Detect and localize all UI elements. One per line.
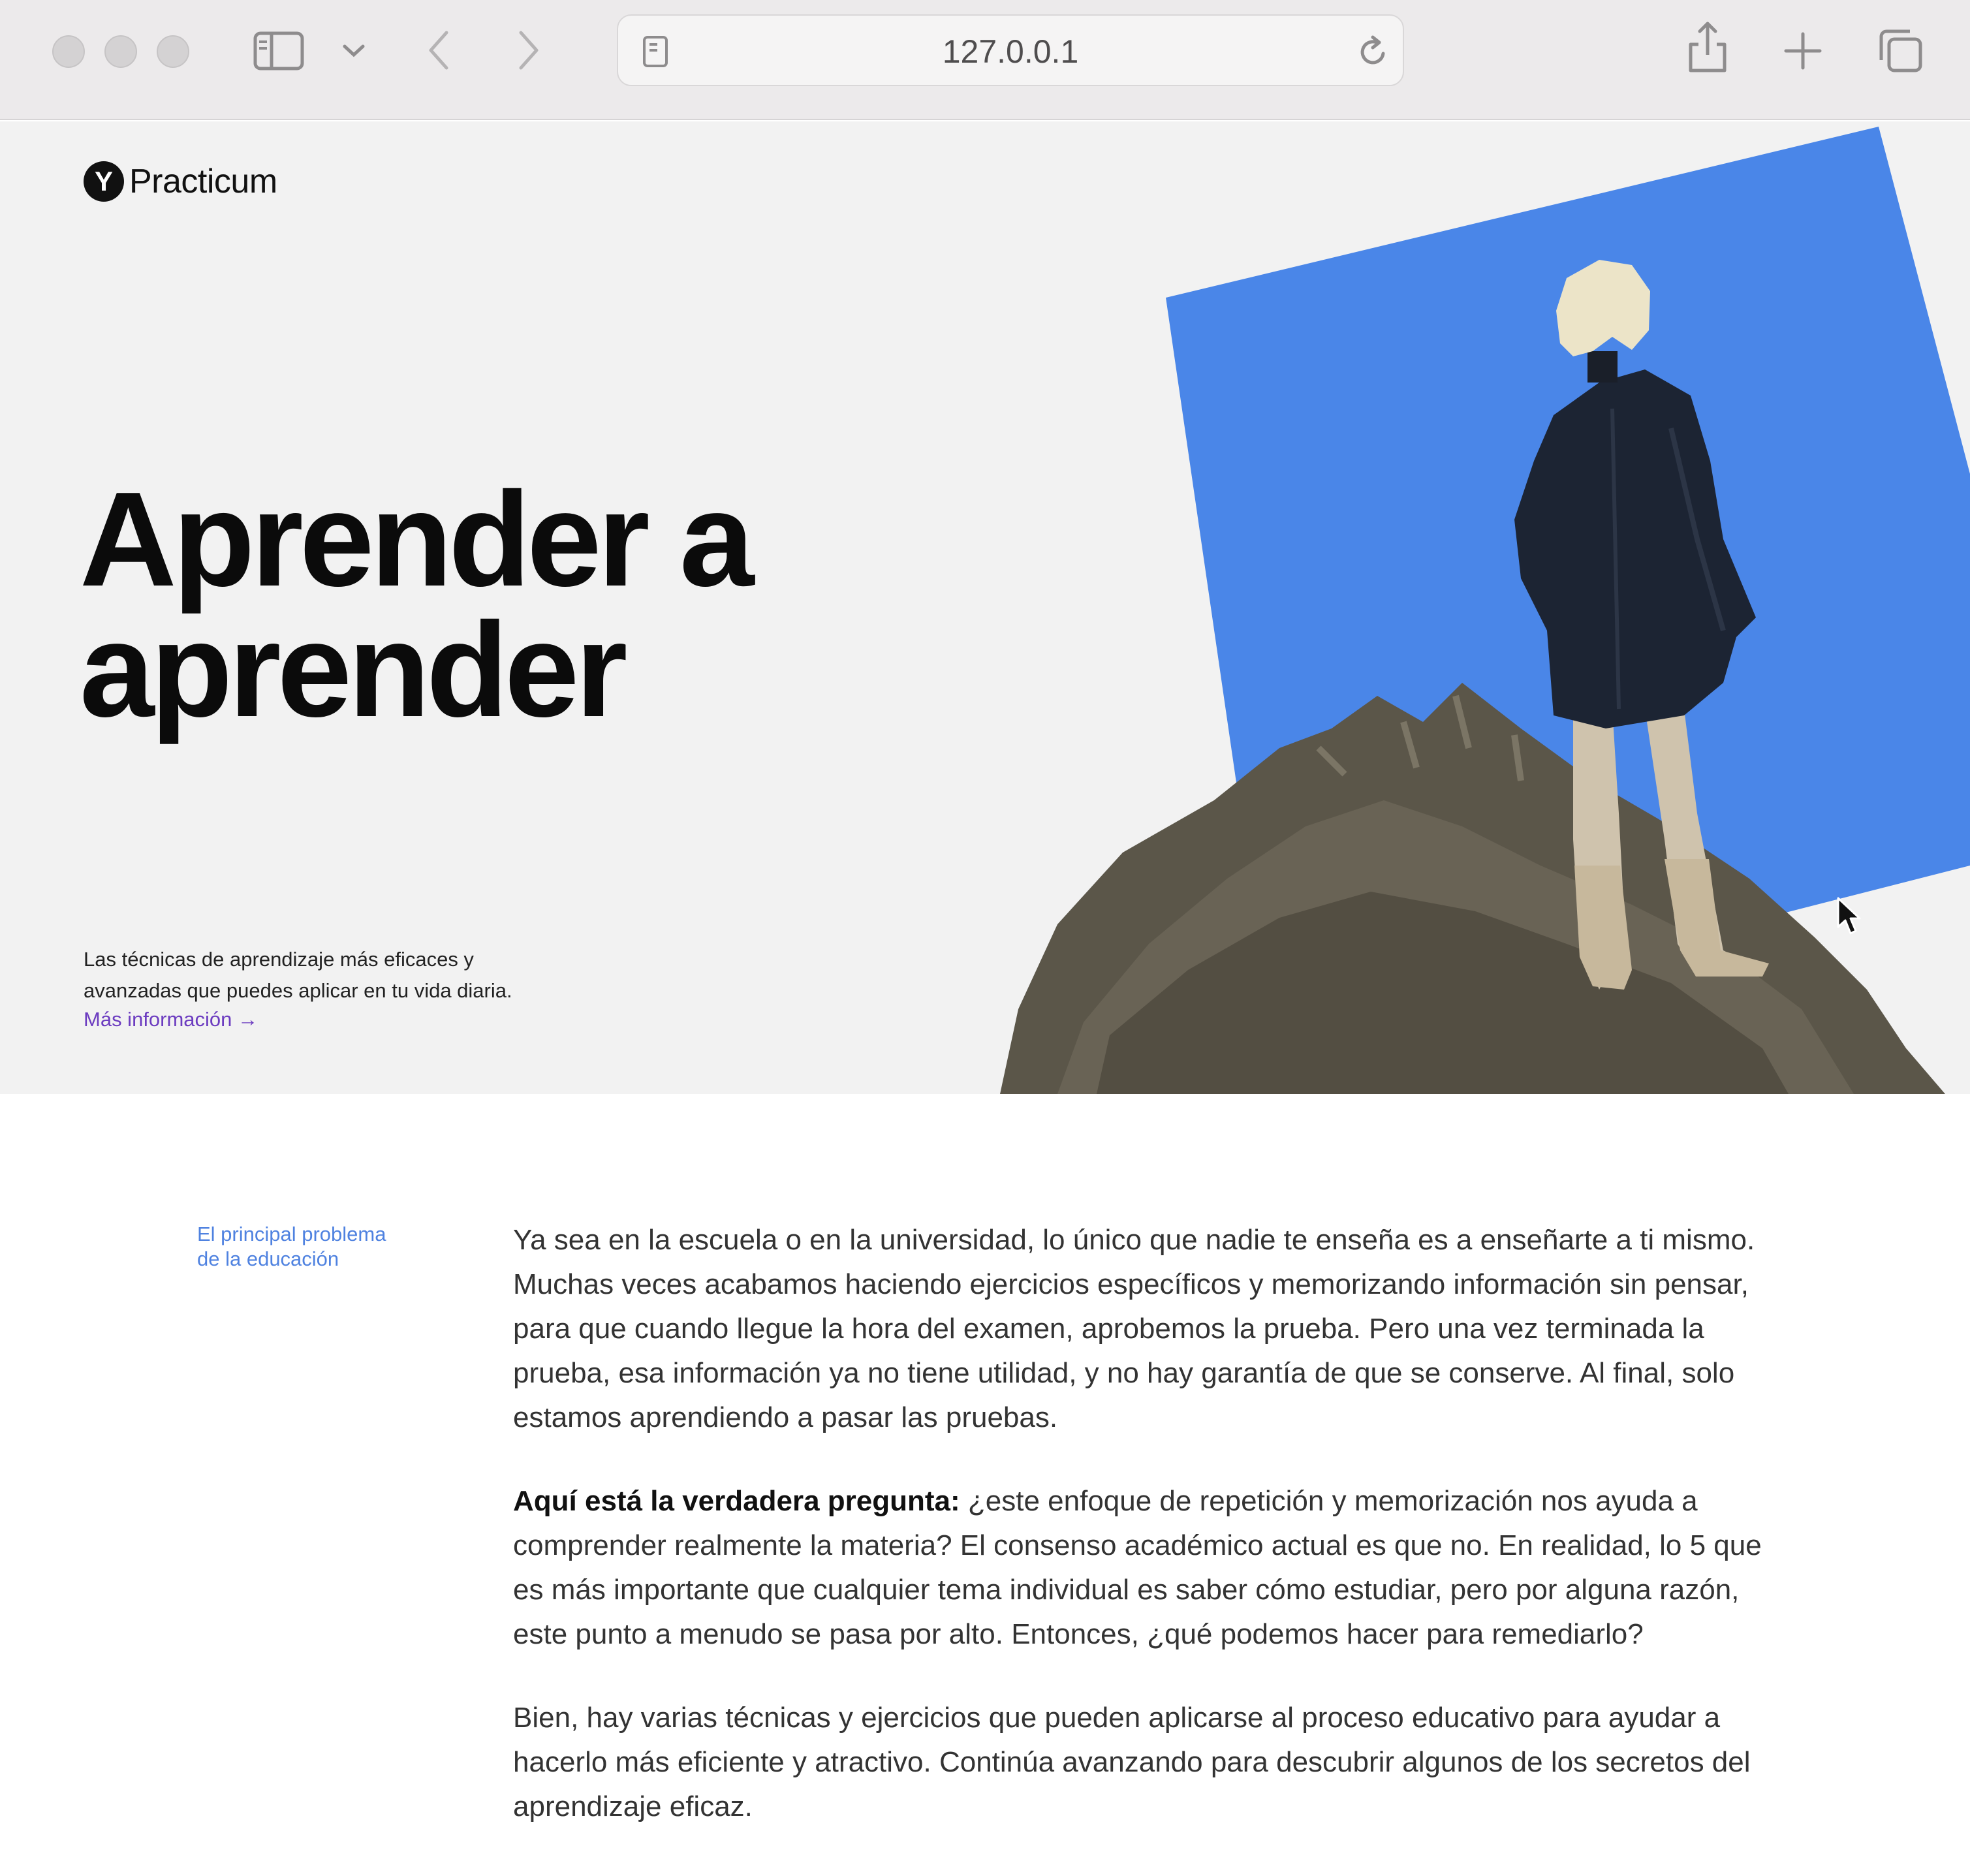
section-side-label[interactable]: El principal problema de la educación — [197, 1222, 432, 1272]
hero-description-line-2: avanzadas que puedes aplicar en tu vida … — [84, 979, 512, 1002]
address-bar[interactable]: 127.0.0.1 — [617, 14, 1404, 86]
new-tab-icon[interactable] — [1783, 31, 1822, 70]
title-line-1: Aprender a — [80, 464, 755, 614]
close-window-button[interactable] — [52, 35, 85, 68]
more-info-link[interactable]: Más información → — [84, 1004, 258, 1035]
article-body: Ya sea en la escuela o en la universidad… — [513, 1218, 1786, 1868]
paragraph-3: Bien, hay varias técnicas y ejercicios q… — [513, 1702, 1751, 1822]
hero-description-line-1: Las técnicas de aprendizaje más eficaces… — [84, 948, 474, 971]
hero-section: Y Practicum Aprender a aprender Las técn… — [0, 121, 1970, 1094]
article-section: El principal problema de la educación Ya… — [0, 1094, 1970, 1876]
url-text: 127.0.0.1 — [942, 33, 1079, 70]
chevron-down-icon[interactable] — [342, 43, 366, 59]
paragraph-1: Ya sea en la escuela o en la universidad… — [513, 1224, 1755, 1433]
logo-text: Practicum — [129, 163, 277, 200]
side-label-line-2: de la educación — [197, 1247, 339, 1270]
mouse-cursor-icon — [1836, 897, 1862, 941]
tabs-overview-icon[interactable] — [1877, 27, 1924, 74]
reload-icon[interactable] — [1357, 34, 1391, 70]
minimize-window-button[interactable] — [104, 35, 137, 68]
paragraph-2: Aquí está la verdadera pregunta: ¿este e… — [513, 1479, 1786, 1657]
sidebar-icon[interactable] — [253, 31, 304, 70]
side-label-line-1: El principal problema — [197, 1223, 386, 1245]
logo-mark-icon: Y — [84, 161, 124, 202]
page-title: Aprender a aprender — [80, 472, 755, 737]
forward-icon[interactable] — [516, 29, 542, 72]
back-icon[interactable] — [426, 29, 452, 72]
zoom-window-button[interactable] — [157, 35, 189, 68]
hero-description: Las técnicas de aprendizaje más eficaces… — [84, 944, 619, 1007]
browser-toolbar: 127.0.0.1 — [0, 0, 1970, 120]
practicum-logo[interactable]: Y Practicum — [84, 158, 277, 205]
paragraph-2-bold-lead: Aquí está la verdadera pregunta: — [513, 1485, 960, 1517]
title-line-2: aprender — [80, 595, 628, 745]
share-icon[interactable] — [1687, 20, 1728, 74]
